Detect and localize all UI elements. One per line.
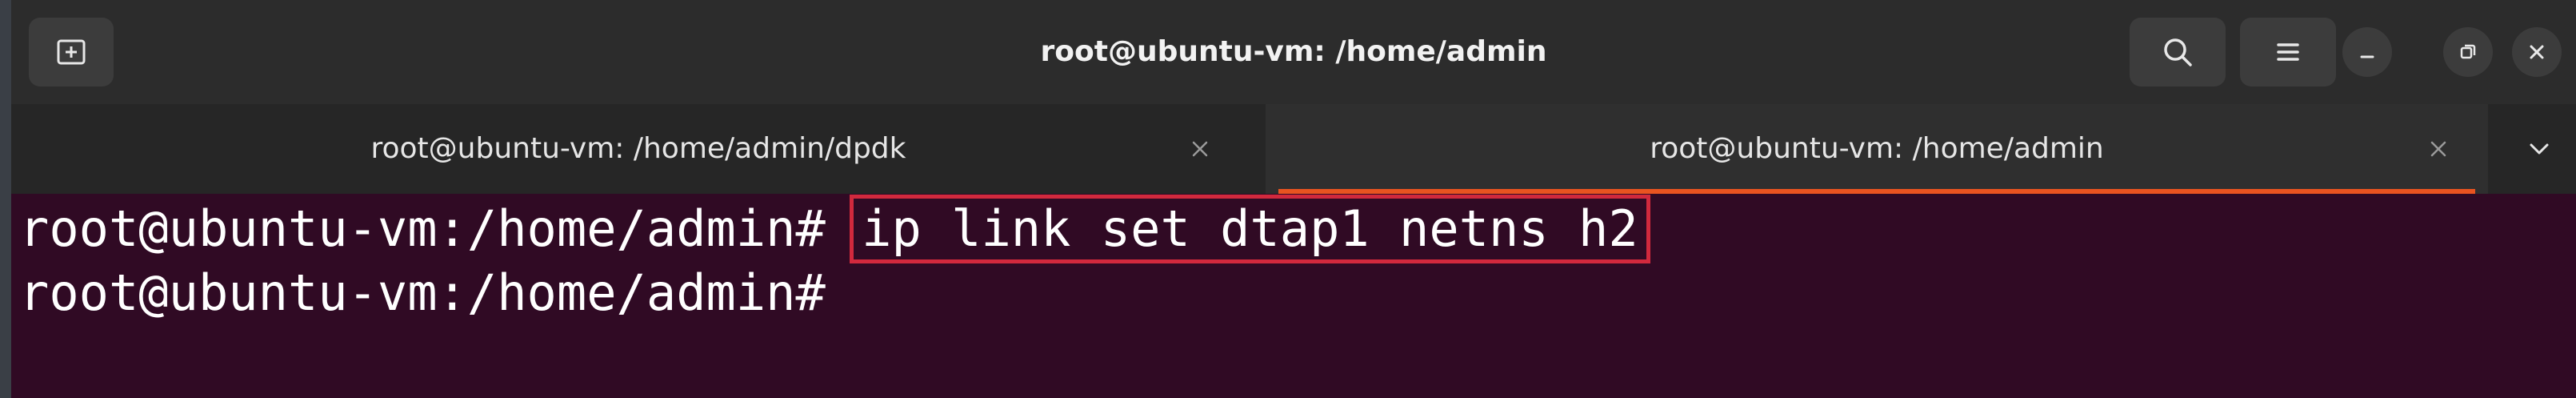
- minimize-icon: [2360, 55, 2374, 58]
- tab-admin[interactable]: root@ubuntu-vm: /home/admin: [1266, 104, 2488, 194]
- chevron-down-icon: [2530, 143, 2549, 155]
- close-window-button[interactable]: [2512, 27, 2562, 77]
- close-icon: [2430, 141, 2446, 157]
- restore-icon: [2460, 44, 2476, 59]
- shell-prompt: root@ubuntu-vm:/home/admin#: [19, 263, 826, 322]
- terminal-output[interactable]: root@ubuntu-vm:/home/admin# ip link set …: [11, 194, 2576, 398]
- terminal-line: root@ubuntu-vm:/home/admin# ip link set …: [19, 195, 1650, 263]
- restore-button[interactable]: [2443, 27, 2493, 77]
- header-bar: root@ubuntu-vm: /home/admin: [11, 0, 2576, 104]
- highlighted-command: ip link set dtap1 netns h2: [850, 195, 1650, 263]
- tab-overflow-button[interactable]: [2515, 128, 2563, 170]
- hamburger-menu-icon: [2277, 43, 2299, 61]
- tab-close-button[interactable]: [2418, 128, 2459, 170]
- search-icon: [2164, 38, 2192, 66]
- tab-close-button[interactable]: [1179, 128, 1221, 170]
- tab-bar: root@ubuntu-vm: /home/admin/dpdk root@ub…: [11, 104, 2576, 194]
- menu-button[interactable]: [2240, 18, 2336, 86]
- tab-label: root@ubuntu-vm: /home/admin: [1650, 132, 2104, 165]
- search-button[interactable]: [2130, 18, 2226, 86]
- terminal-window: root@ubuntu-vm: /home/admin root@ubuntu-…: [11, 0, 2576, 398]
- desktop-edge: [0, 0, 11, 398]
- terminal-line: root@ubuntu-vm:/home/admin#: [19, 261, 826, 325]
- new-tab-button[interactable]: [29, 18, 114, 86]
- new-tab-icon: [57, 39, 86, 65]
- shell-prompt: root@ubuntu-vm:/home/admin#: [19, 199, 826, 258]
- close-icon: [1192, 141, 1208, 157]
- tab-dpdk[interactable]: root@ubuntu-vm: /home/admin/dpdk: [11, 104, 1266, 194]
- close-icon: [2530, 45, 2544, 59]
- minimize-button[interactable]: [2342, 27, 2392, 77]
- tab-label: root@ubuntu-vm: /home/admin/dpdk: [370, 132, 906, 165]
